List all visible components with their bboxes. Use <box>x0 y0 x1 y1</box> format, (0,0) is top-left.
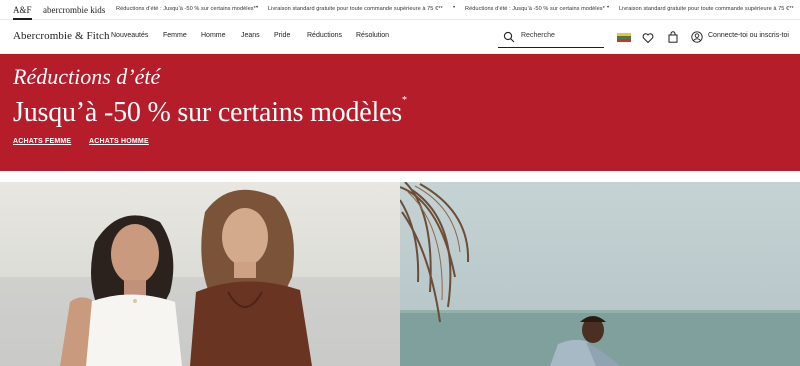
user-icon[interactable] <box>691 31 703 43</box>
brand-tab-abercrombie-kids[interactable]: abercrombie kids <box>43 5 105 15</box>
hero-subtitle: Réductions d’été <box>13 64 161 89</box>
shop-women-link[interactable]: ACHATS FEMME <box>13 138 71 145</box>
nav-link-resolution[interactable]: Résolution <box>356 32 389 39</box>
promo-separator: • <box>256 5 259 11</box>
sign-in-link[interactable]: Connecte-toi ou inscris-toi <box>708 32 789 39</box>
top-utility-bar: A&F abercrombie kids Réductions d’été : … <box>0 0 800 20</box>
promo-ticker: Réductions d’été : Jusqu’à -50 % sur cer… <box>111 0 800 20</box>
promo-hero-banner: Réductions d’été Jusqu’à -50 % sur certa… <box>0 54 800 171</box>
women-campaign-photo[interactable] <box>0 182 400 366</box>
nav-link-reductions[interactable]: Réductions <box>307 32 342 39</box>
shop-men-link[interactable]: ACHATS HOMME <box>89 138 149 145</box>
hero-title: Jusqu’à -50 % sur certains modèles* <box>13 95 407 129</box>
hero-title-text: Jusqu’à -50 % sur certains modèles <box>13 97 402 128</box>
promo-message[interactable]: Livraison standard gratuite pour toute c… <box>268 6 443 12</box>
search-field[interactable]: Recherche <box>498 27 604 48</box>
nav-link-femme[interactable]: Femme <box>163 32 187 39</box>
promo-message[interactable]: Réductions d’été : Jusqu’à -50 % sur cer… <box>465 6 605 12</box>
shopping-bag-icon[interactable] <box>667 31 679 43</box>
site-logo[interactable]: Abercrombie & Fitch <box>13 30 110 42</box>
brand-tab-af[interactable]: A&F <box>13 5 32 20</box>
promo-separator: • <box>453 5 456 11</box>
promo-message[interactable]: Livraison standard gratuite pour toute c… <box>619 6 794 12</box>
hero-title-footnote-mark: * <box>402 95 407 106</box>
men-campaign-photo[interactable] <box>400 182 800 366</box>
main-navigation: Abercrombie & Fitch Nouveautés Femme Hom… <box>0 21 800 54</box>
nav-link-homme[interactable]: Homme <box>201 32 226 39</box>
country-flag-icon[interactable] <box>617 33 631 42</box>
promo-separator: • <box>607 5 610 11</box>
nav-link-nouveautes[interactable]: Nouveautés <box>111 32 148 39</box>
nav-link-pride[interactable]: Pride <box>274 32 290 39</box>
search-input[interactable]: Recherche <box>521 32 555 39</box>
nav-link-jeans[interactable]: Jeans <box>241 32 260 39</box>
heart-icon[interactable] <box>642 32 654 44</box>
promo-message[interactable]: Réductions d’été : Jusqu’à -50 % sur cer… <box>116 6 256 12</box>
search-icon <box>503 31 515 43</box>
